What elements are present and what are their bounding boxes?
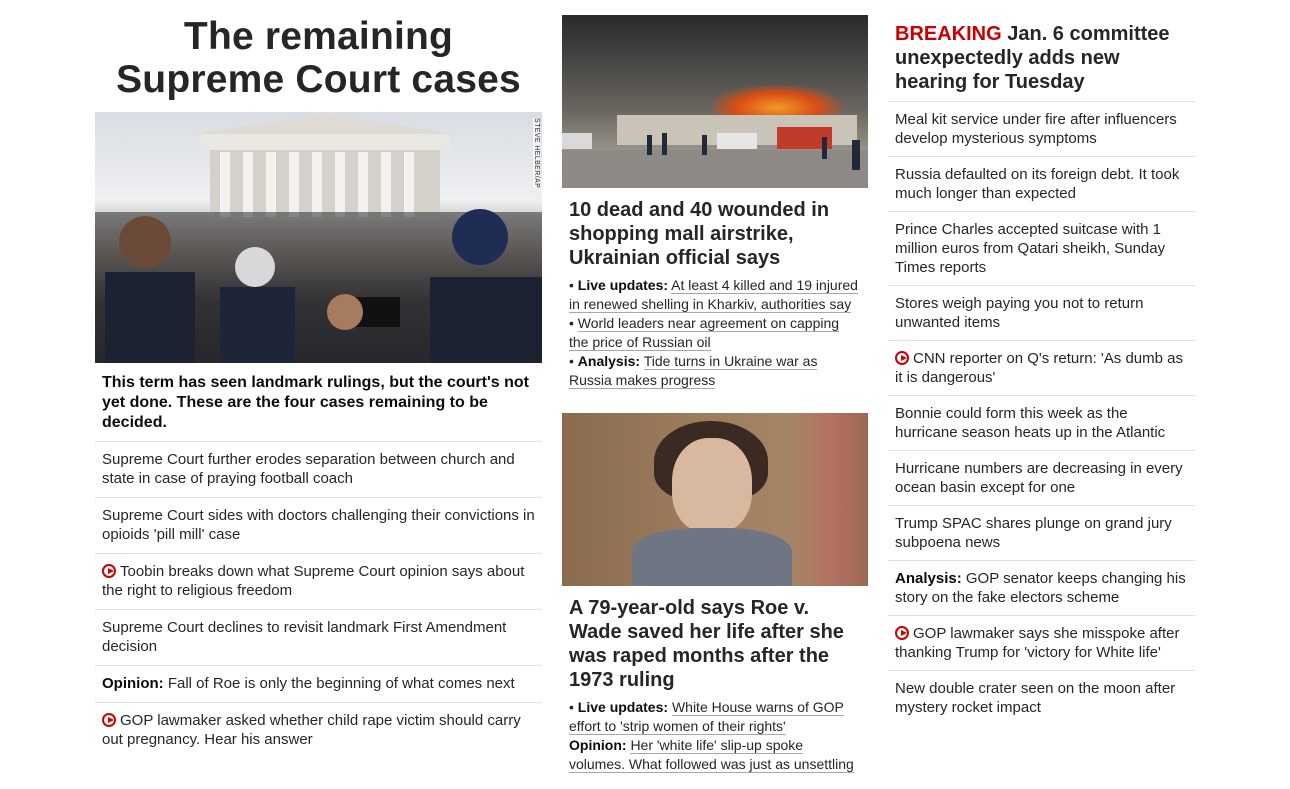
story-text[interactable]: Trump SPAC shares plunge on grand jury s… [895,515,1172,551]
link-label: Live updates: [577,277,669,293]
story-text[interactable]: Prince Charles accepted suitcase with 1 … [895,221,1165,276]
list-item[interactable]: CNN reporter on Q's return: 'As dumb as … [888,340,1195,395]
list-item[interactable]: GOP lawmaker says she misspoke after tha… [888,615,1195,670]
bullet: • [569,699,578,715]
list-item[interactable]: Toobin breaks down what Supreme Court op… [95,553,542,609]
supreme-court-photo[interactable]: STEVE HELBER/AP [95,112,542,363]
list-item[interactable]: Opinion: Fall of Roe is only the beginni… [95,665,542,702]
list-item[interactable]: Bonnie could form this week as the hurri… [888,395,1195,450]
photo-credit: STEVE HELBER/AP [533,118,540,189]
list-item[interactable]: Meal kit service under fire after influe… [888,101,1195,156]
shopping-mall-fire-photo[interactable] [562,15,868,188]
story-headline[interactable]: 10 dead and 40 wounded in shopping mall … [562,188,868,276]
play-circle-icon [102,564,116,578]
feature-title[interactable]: The remaining Supreme Court cases [95,15,542,101]
link-label: Analysis: [577,353,641,369]
list-item[interactable]: Prince Charles accepted suitcase with 1 … [888,211,1195,285]
story-list: Meal kit service under fire after influe… [888,101,1195,725]
story-text[interactable]: Stores weigh paying you not to return un… [895,295,1143,331]
column-middle: 10 dead and 40 wounded in shopping mall … [562,0,868,774]
story-headline[interactable]: A 79-year-old says Roe v. Wade saved her… [562,586,868,698]
story-text[interactable]: Toobin breaks down what Supreme Court op… [102,563,524,599]
lead-summary[interactable]: This term has seen landmark rulings, but… [95,363,542,441]
list-item[interactable]: Stores weigh paying you not to return un… [888,285,1195,340]
story-text[interactable]: CNN reporter on Q's return: 'As dumb as … [895,350,1183,386]
woman-portrait-photo[interactable] [562,413,868,586]
story-list: Supreme Court further erodes separation … [95,441,542,758]
link-label: Opinion: [569,737,627,753]
story-label: Opinion: [102,675,164,692]
list-item[interactable]: Russia defaulted on its foreign debt. It… [888,156,1195,211]
related-link[interactable]: • Live updates: At least 4 killed and 19… [569,276,861,314]
related-link[interactable]: Opinion: Her 'white life' slip-up spoke … [569,736,861,774]
sweater-illustration [632,528,792,586]
bullet: • [569,277,578,293]
list-item[interactable]: Supreme Court further erodes separation … [95,441,542,497]
column-right: BREAKING Jan. 6 committee unexpectedly a… [888,0,1195,725]
list-item[interactable]: Supreme Court sides with doctors challen… [95,497,542,553]
list-item[interactable]: Hurricane numbers are decreasing in ever… [888,450,1195,505]
bullet: • [569,353,578,369]
related-link[interactable]: • Live updates: White House warns of GOP… [569,698,861,736]
breaking-tag: BREAKING [895,23,1002,45]
list-item[interactable]: Analysis: GOP senator keeps changing his… [888,560,1195,615]
story-text[interactable]: New double crater seen on the moon after… [895,680,1175,716]
link-label: Live updates: [577,699,669,715]
play-circle-icon [102,713,116,727]
related-link[interactable]: • Analysis: Tide turns in Ukraine war as… [569,352,861,390]
story-text[interactable]: GOP lawmaker says she misspoke after tha… [895,625,1179,661]
story-text[interactable]: GOP lawmaker asked whether child rape vi… [102,712,521,748]
story-text[interactable]: Supreme Court sides with doctors challen… [102,507,535,543]
list-item[interactable]: Supreme Court declines to revisit landma… [95,609,542,665]
play-circle-icon [895,351,909,365]
story-text[interactable]: Meal kit service under fire after influe… [895,111,1177,147]
story-text[interactable]: Supreme Court further erodes separation … [102,451,515,487]
column-left: The remaining Supreme Court cases STEVE [95,0,542,758]
play-circle-icon [895,626,909,640]
related-links: • Live updates: At least 4 killed and 19… [562,276,868,390]
breaking-headline[interactable]: BREAKING Jan. 6 committee unexpectedly a… [888,0,1195,101]
story-text[interactable]: Fall of Roe is only the beginning of wha… [168,675,515,692]
related-links: • Live updates: White House warns of GOP… [562,698,868,774]
related-link[interactable]: • World leaders near agreement on cappin… [569,314,861,352]
story-text[interactable]: Supreme Court declines to revisit landma… [102,619,506,655]
bullet: • [569,315,578,331]
story-text[interactable]: Russia defaulted on its foreign debt. It… [895,166,1179,202]
story-label: Analysis: [895,570,962,587]
mall-illustration [562,115,868,188]
list-item[interactable]: Trump SPAC shares plunge on grand jury s… [888,505,1195,560]
story-text[interactable]: Hurricane numbers are decreasing in ever… [895,460,1183,496]
supreme-court-illustration [95,114,542,363]
list-item[interactable]: GOP lawmaker asked whether child rape vi… [95,702,542,758]
list-item[interactable]: New double crater seen on the moon after… [888,670,1195,725]
face-illustration [672,438,752,533]
story-text[interactable]: Bonnie could form this week as the hurri… [895,405,1165,441]
link-text[interactable]: World leaders near agreement on capping … [569,315,840,351]
